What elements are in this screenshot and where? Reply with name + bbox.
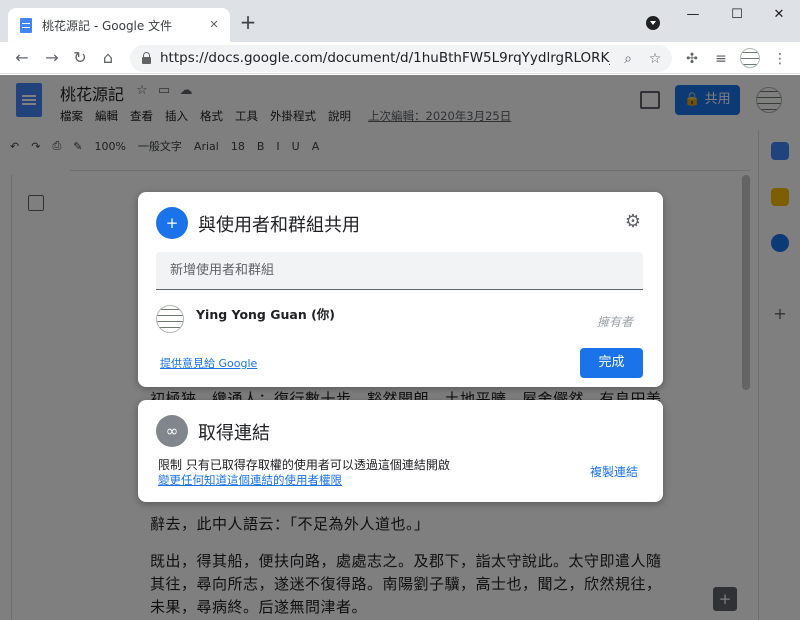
- change-link-permission-link[interactable]: 變更任何知道這個連結的使用者權限: [158, 472, 342, 488]
- extensions-puzzle-icon[interactable]: ✣: [683, 50, 701, 68]
- user-row: Ying Yong Guan (你) 擁有者: [156, 302, 643, 336]
- feedback-link[interactable]: 提供意見給 Google: [160, 355, 257, 371]
- browser-toolbar: ← → ↻ ⌂ https://docs.google.com/document…: [0, 42, 800, 74]
- share-dialog: + 與使用者和群組共用 ⚙ Ying Yong Guan (你) 擁有者 提供意…: [138, 192, 663, 387]
- tab-close-icon[interactable]: ✕: [206, 17, 222, 33]
- browser-menu-icon[interactable]: ⋮: [771, 50, 789, 68]
- minimize-button[interactable]: —: [678, 4, 708, 26]
- back-arrow-icon[interactable]: ←: [10, 46, 34, 70]
- copy-link-button[interactable]: 複製連結: [590, 463, 638, 480]
- user-name: Ying Yong Guan (你): [196, 307, 335, 322]
- lock-icon[interactable]: [142, 52, 151, 64]
- reload-icon[interactable]: ↻: [68, 46, 92, 70]
- get-link-title: 取得連結: [198, 423, 270, 444]
- link-icon: ∞: [156, 415, 188, 447]
- done-button[interactable]: 完成: [580, 348, 643, 378]
- tab-title: 桃花源記 - Google 文件: [42, 18, 173, 33]
- reading-list-icon[interactable]: ≡: [712, 50, 730, 68]
- add-people-input[interactable]: [156, 252, 643, 290]
- close-window-button[interactable]: ✕: [764, 4, 794, 26]
- forward-arrow-icon[interactable]: →: [40, 46, 64, 70]
- docs-favicon-icon: [20, 17, 32, 33]
- get-link-dialog: ∞ 取得連結 限制 只有已取得存取權的使用者可以透過這個連結開啟 變更任何知道這…: [138, 400, 663, 502]
- link-access-description: 限制 只有已取得存取權的使用者可以透過這個連結開啟: [158, 458, 450, 472]
- url-text[interactable]: https://docs.google.com/document/d/1huBt…: [160, 50, 610, 66]
- profile-avatar[interactable]: [740, 48, 760, 68]
- home-icon[interactable]: ⌂: [96, 46, 120, 70]
- maximize-button[interactable]: ☐: [722, 4, 752, 26]
- browser-tab[interactable]: 桃花源記 - Google 文件 ✕: [8, 8, 230, 42]
- user-role: 擁有者: [596, 315, 633, 329]
- new-tab-button[interactable]: +: [238, 12, 258, 32]
- zoom-search-icon[interactable]: ⌕: [618, 49, 638, 69]
- address-bar[interactable]: https://docs.google.com/document/d/1huBt…: [130, 45, 672, 72]
- tab-search-icon[interactable]: [646, 16, 660, 30]
- share-dialog-title: 與使用者和群組共用: [198, 215, 360, 236]
- bookmark-star-icon[interactable]: ☆: [645, 49, 665, 69]
- user-avatar: [156, 305, 184, 333]
- gear-icon[interactable]: ⚙: [623, 212, 643, 232]
- browser-tabstrip: 桃花源記 - Google 文件 ✕ + — ☐ ✕: [0, 0, 800, 42]
- add-person-icon: +: [156, 207, 188, 239]
